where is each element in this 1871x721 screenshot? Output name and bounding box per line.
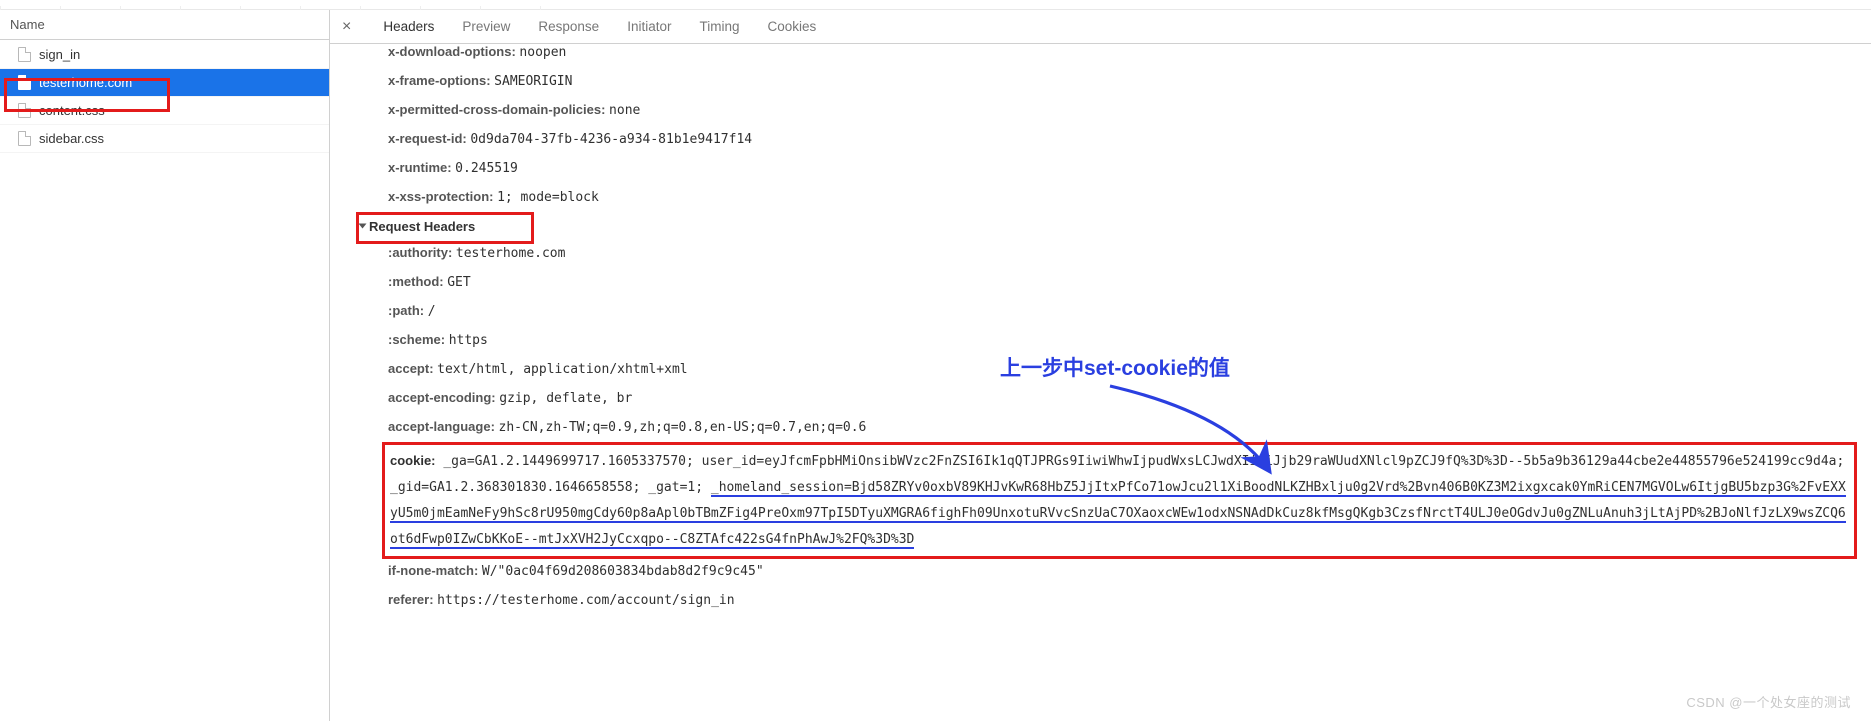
header-key: cookie:: [390, 453, 436, 468]
request-item[interactable]: sign_in: [0, 41, 329, 69]
header-line: accept-encoding: gzip, deflate, br: [388, 384, 1861, 413]
header-value: noopen: [519, 45, 566, 60]
request-item[interactable]: testerhome.com: [0, 69, 329, 97]
header-key: accept-language:: [388, 419, 499, 434]
header-key: x-permitted-cross-domain-policies:: [388, 102, 609, 117]
header-value: /: [428, 304, 436, 319]
section-label: Request Headers: [369, 219, 475, 234]
tab-bar: × Headers Preview Response Initiator Tim…: [330, 10, 1871, 44]
header-value: SAMEORIGIN: [494, 74, 572, 89]
header-line: :method: GET: [388, 268, 1861, 297]
header-line: x-xss-protection: 1; mode=block: [388, 183, 1861, 212]
header-value: 0d9da704-37fb-4236-a934-81b1e9417f14: [470, 132, 752, 147]
request-item[interactable]: content.css: [0, 97, 329, 125]
header-key: :path:: [388, 303, 428, 318]
header-value: https://testerhome.com/account/sign_in: [437, 593, 734, 608]
header-key: x-request-id:: [388, 131, 470, 146]
tab-headers[interactable]: Headers: [383, 19, 434, 34]
header-line: accept-language: zh-CN,zh-TW;q=0.9,zh;q=…: [388, 413, 1861, 442]
grid-ticks: [0, 0, 1871, 10]
request-item[interactable]: sidebar.css: [0, 125, 329, 153]
column-header-name[interactable]: Name: [0, 10, 329, 40]
request-item-label: content.css: [39, 103, 105, 118]
header-key: :scheme:: [388, 332, 449, 347]
request-item-label: sidebar.css: [39, 131, 104, 146]
header-value: 1; mode=block: [497, 190, 599, 205]
request-item-label: testerhome.com: [39, 75, 132, 90]
header-key: accept-encoding:: [388, 390, 499, 405]
header-value: zh-CN,zh-TW;q=0.9,zh;q=0.8,en-US;q=0.7,e…: [499, 420, 867, 435]
document-icon: [18, 103, 31, 118]
header-line: referer: https://testerhome.com/account/…: [388, 586, 1861, 615]
header-line: :path: /: [388, 297, 1861, 326]
header-line: :authority: testerhome.com: [388, 239, 1861, 268]
header-key: accept:: [388, 361, 437, 376]
watermark: CSDN @一个处女座的测试: [1686, 692, 1851, 711]
header-key: x-xss-protection:: [388, 189, 497, 204]
tab-response[interactable]: Response: [538, 19, 599, 34]
header-value: GET: [447, 275, 470, 290]
header-key: x-download-options:: [388, 44, 519, 59]
disclosure-triangle-icon: [359, 224, 367, 229]
header-line: x-frame-options: SAMEORIGIN: [388, 67, 1861, 96]
header-key: :authority:: [388, 245, 456, 260]
header-cookie: cookie: _ga=GA1.2.1449699717.1605337570;…: [384, 444, 1855, 557]
document-icon: [18, 47, 31, 62]
header-value: 0.245519: [455, 161, 518, 176]
tab-cookies[interactable]: Cookies: [767, 19, 816, 34]
annotation-text: 上一步中set-cookie的值: [1000, 352, 1230, 382]
header-value: text/html, application/xhtml+xml: [437, 362, 687, 377]
header-key: x-frame-options:: [388, 73, 494, 88]
header-line: x-runtime: 0.245519: [388, 154, 1861, 183]
header-key: x-runtime:: [388, 160, 455, 175]
network-request-list: Name sign_in testerhome.com content.css sid…: [0, 10, 330, 721]
header-value: gzip, deflate, br: [499, 391, 632, 406]
header-value: https: [449, 333, 488, 348]
header-line: :scheme: https: [388, 326, 1861, 355]
header-line: x-permitted-cross-domain-policies: none: [388, 96, 1861, 125]
section-request-headers[interactable]: Request Headers: [360, 214, 475, 239]
header-key: :method:: [388, 274, 447, 289]
header-value: testerhome.com: [456, 246, 566, 261]
tab-initiator[interactable]: Initiator: [627, 19, 671, 34]
header-line: x-download-options: noopen: [388, 44, 1861, 67]
document-icon: [18, 131, 31, 146]
header-line: x-request-id: 0d9da704-37fb-4236-a934-81…: [388, 125, 1861, 154]
tab-timing[interactable]: Timing: [699, 19, 739, 34]
tab-preview[interactable]: Preview: [462, 19, 510, 34]
document-icon: [18, 75, 31, 90]
header-line: if-none-match: W/"0ac04f69d208603834bdab…: [388, 557, 1861, 586]
header-key: referer:: [388, 592, 437, 607]
header-value: W/"0ac04f69d208603834bdab8d2f9c9c45": [482, 564, 764, 579]
headers-panel[interactable]: x-download-options: noopenx-frame-option…: [330, 44, 1871, 721]
header-value: none: [609, 103, 640, 118]
close-icon[interactable]: ×: [342, 18, 355, 36]
header-key: if-none-match:: [388, 563, 482, 578]
request-item-label: sign_in: [39, 47, 80, 62]
